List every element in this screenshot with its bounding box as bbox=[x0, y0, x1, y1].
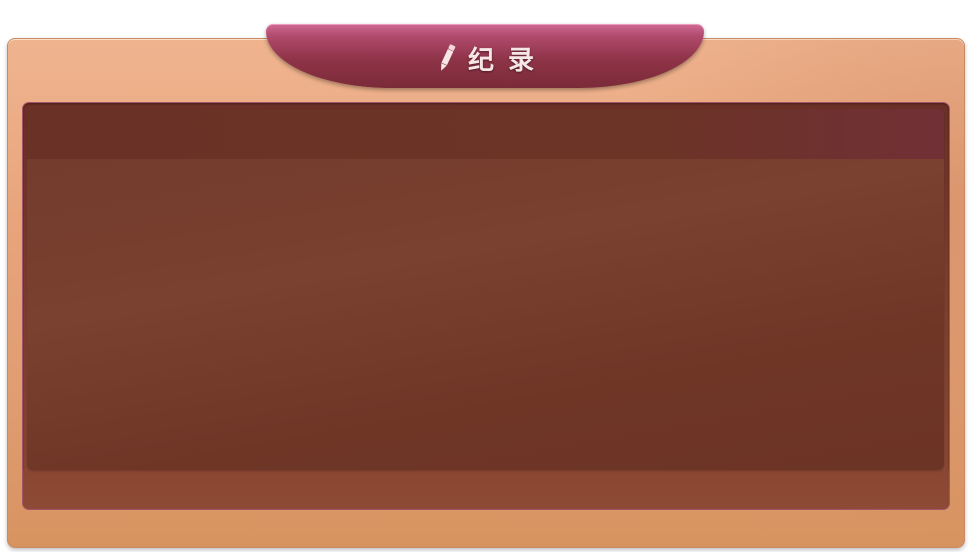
record-panel-footer bbox=[23, 470, 949, 509]
pencil-icon bbox=[441, 44, 456, 71]
record-content-area[interactable] bbox=[27, 109, 944, 470]
title-tab: 纪录 bbox=[266, 24, 704, 88]
record-list-body[interactable] bbox=[27, 159, 944, 470]
window-title: 纪录 bbox=[467, 45, 548, 76]
title-group: 纪录 bbox=[436, 40, 534, 77]
record-list-header bbox=[27, 109, 944, 159]
